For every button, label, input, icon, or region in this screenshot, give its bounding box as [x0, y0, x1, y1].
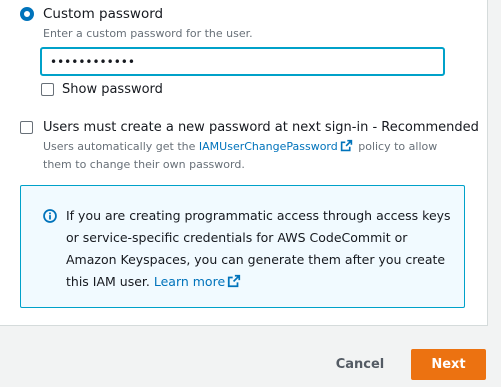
custom-password-radio[interactable] — [20, 7, 34, 21]
password-input[interactable] — [40, 47, 445, 76]
custom-password-label[interactable]: Custom password — [43, 5, 163, 23]
show-password-label[interactable]: Show password — [62, 81, 163, 98]
info-alert-message: If you are creating programmatic access … — [66, 208, 451, 289]
learn-more-link[interactable]: Learn more — [154, 274, 225, 289]
custom-password-description: Enter a custom password for the user. — [43, 27, 253, 40]
next-button[interactable]: Next — [411, 349, 486, 380]
cancel-button[interactable]: Cancel — [331, 351, 389, 379]
policy-desc-prefix: Users automatically get the — [43, 140, 199, 153]
show-password-checkbox[interactable] — [41, 83, 54, 96]
info-alert: If you are creating programmatic access … — [20, 185, 465, 308]
reset-password-label[interactable]: Users must create a new password at next… — [43, 119, 479, 136]
password-settings-panel: Custom password Enter a custom password … — [0, 0, 488, 326]
reset-password-checkbox[interactable] — [20, 121, 33, 134]
external-link-icon[interactable] — [227, 273, 241, 295]
info-icon — [43, 208, 57, 227]
reset-password-description: Users automatically get the IAMUserChang… — [43, 139, 443, 173]
external-link-icon[interactable] — [340, 139, 353, 157]
policy-link[interactable]: IAMUserChangePassword — [199, 140, 338, 153]
info-alert-text: If you are creating programmatic access … — [66, 205, 451, 295]
